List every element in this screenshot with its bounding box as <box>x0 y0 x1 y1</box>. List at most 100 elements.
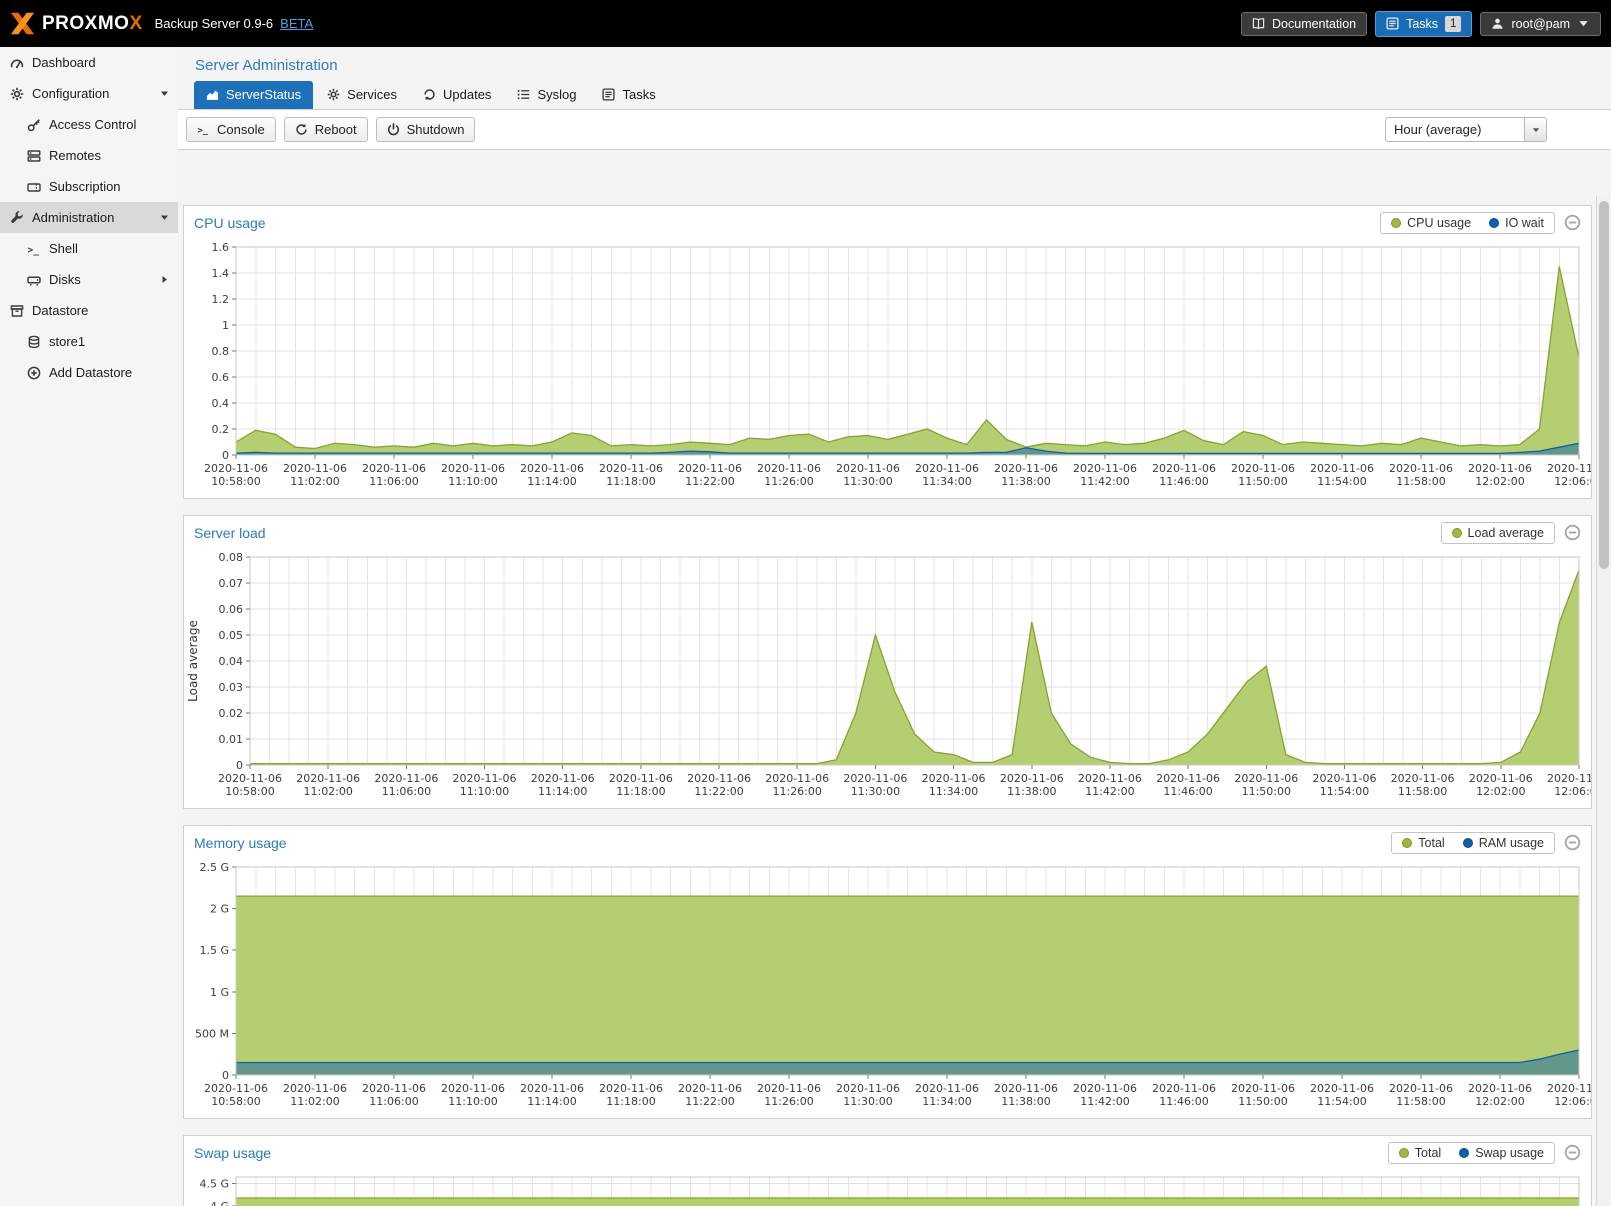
sidebar-item-dashboard[interactable]: Dashboard <box>0 47 178 78</box>
svg-text:0.06: 0.06 <box>219 603 244 616</box>
sidebar-item-administration[interactable]: Administration <box>0 202 178 233</box>
svg-text:4.5 G: 4.5 G <box>199 1178 229 1191</box>
collapse-panel-icon[interactable] <box>1564 214 1581 231</box>
topbar: PROXMOX Backup Server 0.9-6 BETA Documen… <box>0 0 1611 47</box>
reboot-label: Reboot <box>315 122 357 137</box>
collapse-panel-icon[interactable] <box>1564 1144 1581 1161</box>
svg-text:11:30:00: 11:30:00 <box>843 475 892 488</box>
svg-text:2020-11-06: 2020-11-06 <box>1231 1082 1295 1095</box>
tab-serverstatus[interactable]: ServerStatus <box>194 81 313 109</box>
svg-text:0.01: 0.01 <box>219 733 244 746</box>
svg-text:2020-11-06: 2020-11-06 <box>1389 462 1453 475</box>
terminal-icon: >_ <box>197 123 210 136</box>
legend-label: RAM usage <box>1479 836 1544 850</box>
user-menu-button[interactable]: root@pam <box>1480 12 1601 36</box>
legend-label: Total <box>1415 1146 1441 1160</box>
list-icon <box>517 88 530 101</box>
collapse-panel-icon[interactable] <box>1564 834 1581 851</box>
legend-dot <box>1402 838 1412 848</box>
panel-title: Server load <box>194 525 266 541</box>
beta-link[interactable]: BETA <box>280 16 313 31</box>
sidebar-item-add-datastore[interactable]: Add Datastore <box>0 357 178 388</box>
svg-text:11:58:00: 11:58:00 <box>1396 1095 1445 1108</box>
svg-text:2020-11-06: 2020-11-06 <box>531 772 595 785</box>
svg-text:0.03: 0.03 <box>219 681 244 694</box>
svg-text:2020-11-06: 2020-11-06 <box>1313 772 1377 785</box>
sidebar-item-disks[interactable]: Disks <box>0 264 178 295</box>
caret-right-icon[interactable] <box>159 274 170 285</box>
legend-item: Load average <box>1452 526 1544 540</box>
svg-text:11:54:00: 11:54:00 <box>1317 1095 1366 1108</box>
panel-tools: Total Swap usage <box>1388 1142 1581 1164</box>
sidebar-item-configuration[interactable]: Configuration <box>0 78 178 109</box>
svg-text:12:02:00: 12:02:00 <box>1476 785 1525 798</box>
tab-tasks[interactable]: Tasks <box>590 81 667 109</box>
svg-text:11:38:00: 11:38:00 <box>1007 785 1056 798</box>
chart-legend: Total Swap usage <box>1388 1142 1555 1164</box>
sidebar-item-store1[interactable]: store1 <box>0 326 178 357</box>
page-title: Server Administration <box>178 47 1611 81</box>
svg-text:2020-11-06: 2020-11-06 <box>1078 772 1142 785</box>
sidebar: Dashboard Configuration Access Control R… <box>0 47 178 1206</box>
console-label: Console <box>217 122 265 137</box>
svg-text:2020-11-06: 2020-11-06 <box>1310 1082 1374 1095</box>
svg-text:2020-11-06: 2020-11-06 <box>520 462 584 475</box>
svg-text:12:06:00: 12:06:00 <box>1554 475 1591 488</box>
svg-text:2020-11-06: 2020-11-06 <box>1547 1082 1591 1095</box>
sidebar-item-label: Access Control <box>49 117 136 132</box>
sidebar-item-datastore[interactable]: Datastore <box>0 295 178 326</box>
svg-text:2020-11-06: 2020-11-06 <box>922 772 986 785</box>
terminal-icon: >_ <box>27 242 41 256</box>
svg-text:2020-11-06: 2020-11-06 <box>994 1082 1058 1095</box>
select-trigger[interactable] <box>1524 118 1546 141</box>
sidebar-item-label: Add Datastore <box>49 365 132 380</box>
time-range-select[interactable]: Hour (average) <box>1385 117 1547 142</box>
svg-text:0.04: 0.04 <box>219 655 244 668</box>
svg-text:2020-11-06: 2020-11-06 <box>1073 462 1137 475</box>
svg-text:11:38:00: 11:38:00 <box>1001 1095 1050 1108</box>
tab-label: Services <box>347 87 397 102</box>
disk-icon <box>27 273 41 287</box>
svg-text:Load average: Load average <box>186 620 200 702</box>
sidebar-item-remotes[interactable]: Remotes <box>0 140 178 171</box>
sidebar-item-subscription[interactable]: Subscription <box>0 171 178 202</box>
panel-header: Memory usage Total RAM usage <box>184 826 1591 859</box>
scrollbar-thumb[interactable] <box>1599 201 1609 569</box>
sidebar-item-label: Disks <box>49 272 81 287</box>
svg-text:2020-11-06: 2020-11-06 <box>609 772 673 785</box>
tasks-button[interactable]: Tasks 1 <box>1375 11 1472 37</box>
database-icon <box>27 335 41 349</box>
tab-services[interactable]: Services <box>315 81 409 109</box>
caret-down-icon[interactable] <box>159 88 170 99</box>
svg-text:11:30:00: 11:30:00 <box>843 1095 892 1108</box>
vertical-scrollbar[interactable] <box>1596 196 1611 1206</box>
console-button[interactable]: >_ Console <box>186 117 276 142</box>
legend-item: Swap usage <box>1459 1146 1544 1160</box>
cpu-usage-chart: 00.20.40.60.811.21.41.62020-11-0610:58:0… <box>184 239 1591 498</box>
svg-text:11:18:00: 11:18:00 <box>606 1095 655 1108</box>
plus-circle-icon <box>27 366 41 380</box>
svg-text:2020-11-06: 2020-11-06 <box>994 462 1058 475</box>
sidebar-item-label: Datastore <box>32 303 88 318</box>
svg-text:2020-11-06: 2020-11-06 <box>1073 1082 1137 1095</box>
tab-updates[interactable]: Updates <box>411 81 503 109</box>
panel-title: Swap usage <box>194 1145 271 1161</box>
sidebar-item-shell[interactable]: >_ Shell <box>0 233 178 264</box>
svg-text:2020-11-06: 2020-11-06 <box>1152 1082 1216 1095</box>
sidebar-item-label: Dashboard <box>32 55 96 70</box>
svg-text:2020-11-06: 2020-11-06 <box>1000 772 1064 785</box>
sidebar-item-access-control[interactable]: Access Control <box>0 109 178 140</box>
svg-text:2020-11-06: 2020-11-06 <box>1389 1082 1453 1095</box>
shutdown-button[interactable]: Shutdown <box>376 117 476 142</box>
svg-text:2020-11-06: 2020-11-06 <box>283 462 347 475</box>
tab-syslog[interactable]: Syslog <box>505 81 588 109</box>
svg-text:2020-11-06: 2020-11-06 <box>1391 772 1455 785</box>
documentation-button[interactable]: Documentation <box>1241 12 1367 36</box>
svg-text:11:10:00: 11:10:00 <box>448 1095 497 1108</box>
panel-header: Server load Load average <box>184 516 1591 549</box>
svg-text:11:26:00: 11:26:00 <box>764 1095 813 1108</box>
reboot-button[interactable]: Reboot <box>284 117 368 142</box>
proxmox-x-icon <box>10 11 35 36</box>
caret-down-icon[interactable] <box>159 212 170 223</box>
collapse-panel-icon[interactable] <box>1564 524 1581 541</box>
